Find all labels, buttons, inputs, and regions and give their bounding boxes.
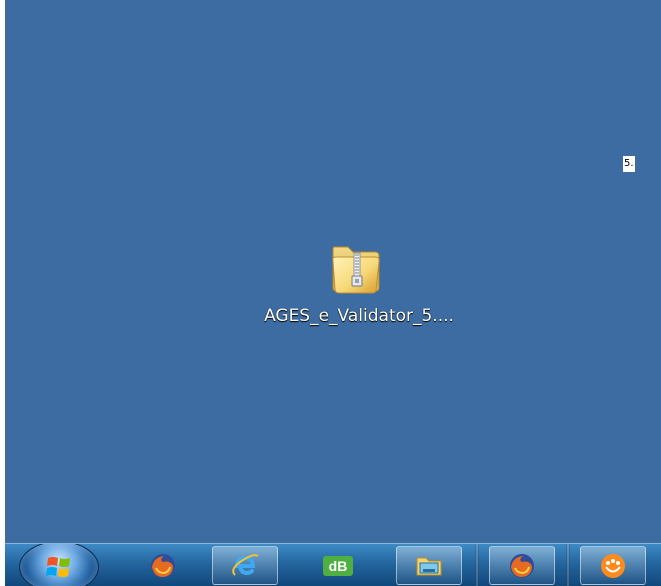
taskbar-firefox-window-button[interactable] — [489, 546, 555, 585]
start-button[interactable] — [19, 544, 99, 586]
taskbar: dB — [5, 543, 661, 586]
desktop-file-ages-e-validator[interactable]: AGES_e_Validator_5.... — [234, 237, 484, 329]
firefox-icon — [151, 553, 175, 578]
internet-explorer-icon — [232, 553, 259, 576]
desktop-corner-label: 5. — [623, 156, 635, 172]
desktop-file-label: AGES_e_Validator_5.... — [264, 306, 454, 326]
taskbar-db-app-button[interactable]: dB — [305, 546, 371, 585]
taskbar-firefox-button[interactable] — [130, 546, 196, 585]
taskbar-divider — [566, 544, 570, 586]
desktop: 5. AGES_e_Validator_5.... — [5, 0, 661, 543]
zip-folder-icon — [332, 246, 380, 294]
taskbar-messenger-button[interactable] — [580, 546, 646, 585]
taskbar-internet-explorer-button[interactable] — [212, 546, 278, 585]
screenshot-frame: 5. AGES_e_Validator_5.... dB — [5, 0, 661, 586]
messenger-icon — [601, 553, 625, 578]
taskbar-windows-explorer-button[interactable] — [396, 546, 462, 585]
taskbar-divider — [475, 544, 479, 586]
db-app-icon: dB — [323, 555, 353, 576]
folder-icon — [416, 557, 442, 575]
windows-logo-icon — [46, 557, 70, 577]
firefox-icon — [510, 553, 534, 578]
